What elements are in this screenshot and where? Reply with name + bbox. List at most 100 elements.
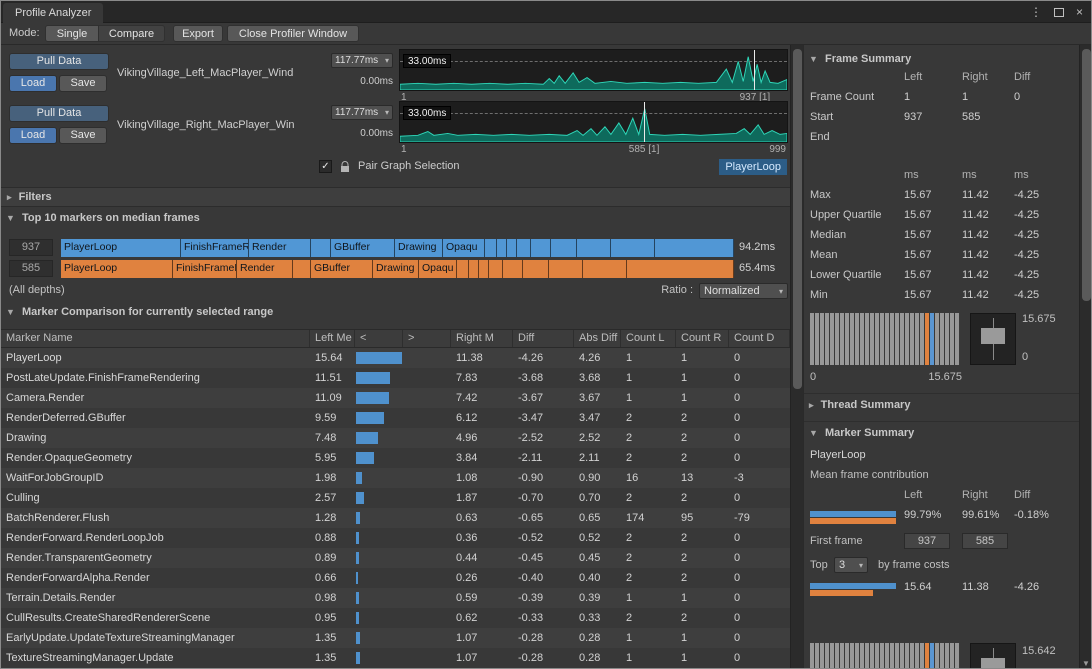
comparison-row[interactable]: TextureStreamingManager.Update1.351.07-0… [1, 648, 790, 668]
first-frame-left-button[interactable]: 937 [904, 533, 950, 549]
column-header-8[interactable]: Count R [676, 330, 729, 347]
column-header-7[interactable]: Count L [621, 330, 676, 347]
left-median-cell: 2.57 [310, 488, 355, 508]
filters-foldout[interactable]: ▸ Filters [1, 187, 790, 207]
marker-segment[interactable]: Drawing [395, 239, 443, 257]
panel-scrollbar-thumb[interactable] [1082, 49, 1091, 301]
comparison-row[interactable]: Culling2.571.87-0.700.70220 [1, 488, 790, 508]
marker-segment[interactable]: PlayerLoop [61, 239, 181, 257]
top10-foldout[interactable]: ▼ Top 10 markers on median frames [6, 212, 200, 224]
panel-scrollbar[interactable]: ▼ [1079, 45, 1092, 669]
marker-segment[interactable] [503, 260, 523, 278]
marker-segment[interactable] [549, 260, 583, 278]
column-header-3[interactable]: > [403, 330, 451, 347]
marker-segment[interactable]: PlayerLoop [61, 260, 173, 278]
comparison-row[interactable]: RenderForwardAlpha.Render0.660.26-0.400.… [1, 568, 790, 588]
pull-data-button-right[interactable]: Pull Data [9, 105, 109, 122]
count-diff-cell: 0 [729, 608, 790, 628]
close-icon[interactable]: × [1076, 6, 1083, 18]
load-button-right[interactable]: Load [9, 127, 57, 144]
comparison-row[interactable]: Camera.Render11.097.42-3.673.67110 [1, 388, 790, 408]
selected-marker-badge[interactable]: PlayerLoop [719, 159, 787, 175]
marker-segment[interactable]: FinishFrameR [181, 239, 249, 257]
pull-data-button-left[interactable]: Pull Data [9, 53, 109, 70]
comparison-row[interactable]: CullResults.CreateSharedRendererScene0.9… [1, 608, 790, 628]
comparison-row[interactable]: PlayerLoop15.6411.38-4.264.26110 [1, 348, 790, 368]
marker-segment[interactable] [531, 239, 551, 257]
marker-segment[interactable] [583, 260, 627, 278]
main-scrollbar-thumb[interactable] [793, 49, 802, 389]
mode-compare-button[interactable]: Compare [99, 25, 165, 42]
frame-summary-foldout[interactable]: ▼ Frame Summary [809, 53, 911, 65]
column-header-1[interactable]: Left Me [310, 330, 355, 347]
save-button-left[interactable]: Save [59, 75, 107, 92]
frame-time-graph-left[interactable]: 33.00ms [399, 49, 788, 91]
column-header-0[interactable]: Marker Name [1, 330, 310, 347]
marker-histogram[interactable] [810, 643, 962, 669]
column-header-6[interactable]: Abs Diff [574, 330, 621, 347]
range-max-dropdown-left[interactable]: 117.77ms ▾ [331, 53, 393, 68]
frame-histogram[interactable] [810, 313, 962, 365]
value-cell: 15.67 [904, 249, 932, 261]
comparison-row[interactable]: PostLateUpdate.FinishFrameRendering11.51… [1, 368, 790, 388]
comparison-foldout[interactable]: ▼ Marker Comparison for currently select… [6, 306, 273, 318]
range-max-dropdown-right[interactable]: 117.77ms ▾ [331, 105, 393, 120]
first-frame-right-button[interactable]: 585 [962, 533, 1008, 549]
marker-segment[interactable]: GBuffer [311, 260, 373, 278]
marker-segment[interactable]: GBuffer [331, 239, 395, 257]
marker-segment[interactable]: Opaqu [443, 239, 485, 257]
close-profiler-window-button[interactable]: Close Profiler Window [227, 25, 359, 42]
column-header-2[interactable]: < [355, 330, 403, 347]
menu-icon[interactable]: ⋮ [1030, 6, 1042, 18]
marker-segment[interactable] [497, 239, 507, 257]
marker-segment[interactable] [611, 239, 655, 257]
marker-segment[interactable] [479, 260, 489, 278]
marker-segment[interactable] [293, 260, 311, 278]
comparison-row[interactable]: BatchRenderer.Flush1.280.63-0.650.651749… [1, 508, 790, 528]
marker-segment[interactable] [485, 239, 497, 257]
main-scrollbar[interactable] [790, 45, 803, 669]
comparison-row[interactable]: Terrain.Details.Render0.980.59-0.390.391… [1, 588, 790, 608]
marker-segment[interactable]: Render [237, 260, 293, 278]
mode-single-button[interactable]: Single [45, 25, 99, 42]
frame-time-graph-right[interactable]: 33.00ms [399, 101, 788, 143]
marker-summary-foldout[interactable]: ▼ Marker Summary [809, 427, 914, 439]
comparison-row[interactable]: RenderForward.RenderLoopJob0.880.36-0.52… [1, 528, 790, 548]
export-button[interactable]: Export [173, 25, 223, 42]
comparison-row[interactable]: Render.OpaqueGeometry5.953.84-2.112.1122… [1, 448, 790, 468]
marker-segment[interactable]: Render [249, 239, 311, 257]
marker-segment[interactable]: FinishFrameR [173, 260, 237, 278]
top-count-dropdown[interactable]: 3 ▾ [834, 557, 868, 573]
save-button-right[interactable]: Save [59, 127, 107, 144]
maximize-icon[interactable] [1054, 8, 1064, 17]
load-button-left[interactable]: Load [9, 75, 57, 92]
ratio-dropdown[interactable]: Normalized ▾ [699, 283, 788, 299]
thread-summary-foldout[interactable]: ▸ Thread Summary [809, 399, 910, 411]
pair-graph-selection-checkbox[interactable]: ✓ [319, 160, 332, 173]
marker-segment[interactable] [655, 239, 734, 257]
tab-profile-analyzer[interactable]: Profile Analyzer [3, 3, 103, 23]
marker-segment[interactable] [577, 239, 611, 257]
marker-segment[interactable] [551, 239, 577, 257]
column-header-4[interactable]: Right M [451, 330, 513, 347]
marker-segment[interactable] [507, 239, 517, 257]
comparison-row[interactable]: Drawing7.484.96-2.522.52220 [1, 428, 790, 448]
column-header-9[interactable]: Count D [729, 330, 790, 347]
marker-segment[interactable] [627, 260, 734, 278]
marker-segment[interactable]: Opaqu [419, 260, 457, 278]
marker-segment[interactable] [311, 239, 331, 257]
marker-segment[interactable] [469, 260, 479, 278]
comparison-row[interactable]: EarlyUpdate.UpdateTextureStreamingManage… [1, 628, 790, 648]
comparison-row[interactable]: WaitForJobGroupID1.981.08-0.900.901613-3 [1, 468, 790, 488]
comparison-table-body: PlayerLoop15.6411.38-4.264.26110PostLate… [1, 348, 790, 669]
marker-segment[interactable]: Drawing [373, 260, 419, 278]
marker-segment[interactable] [523, 260, 549, 278]
comparison-row[interactable]: RenderDeferred.GBuffer9.596.12-3.473.472… [1, 408, 790, 428]
scroll-down-icon[interactable]: ▼ [1082, 659, 1090, 668]
comparison-row[interactable]: Render.TransparentGeometry0.890.44-0.450… [1, 548, 790, 568]
stat-row: Median15.6711.42-4.25 [804, 229, 1076, 247]
marker-segment[interactable] [517, 239, 531, 257]
marker-segment[interactable] [457, 260, 469, 278]
column-header-5[interactable]: Diff [513, 330, 574, 347]
marker-segment[interactable] [489, 260, 503, 278]
